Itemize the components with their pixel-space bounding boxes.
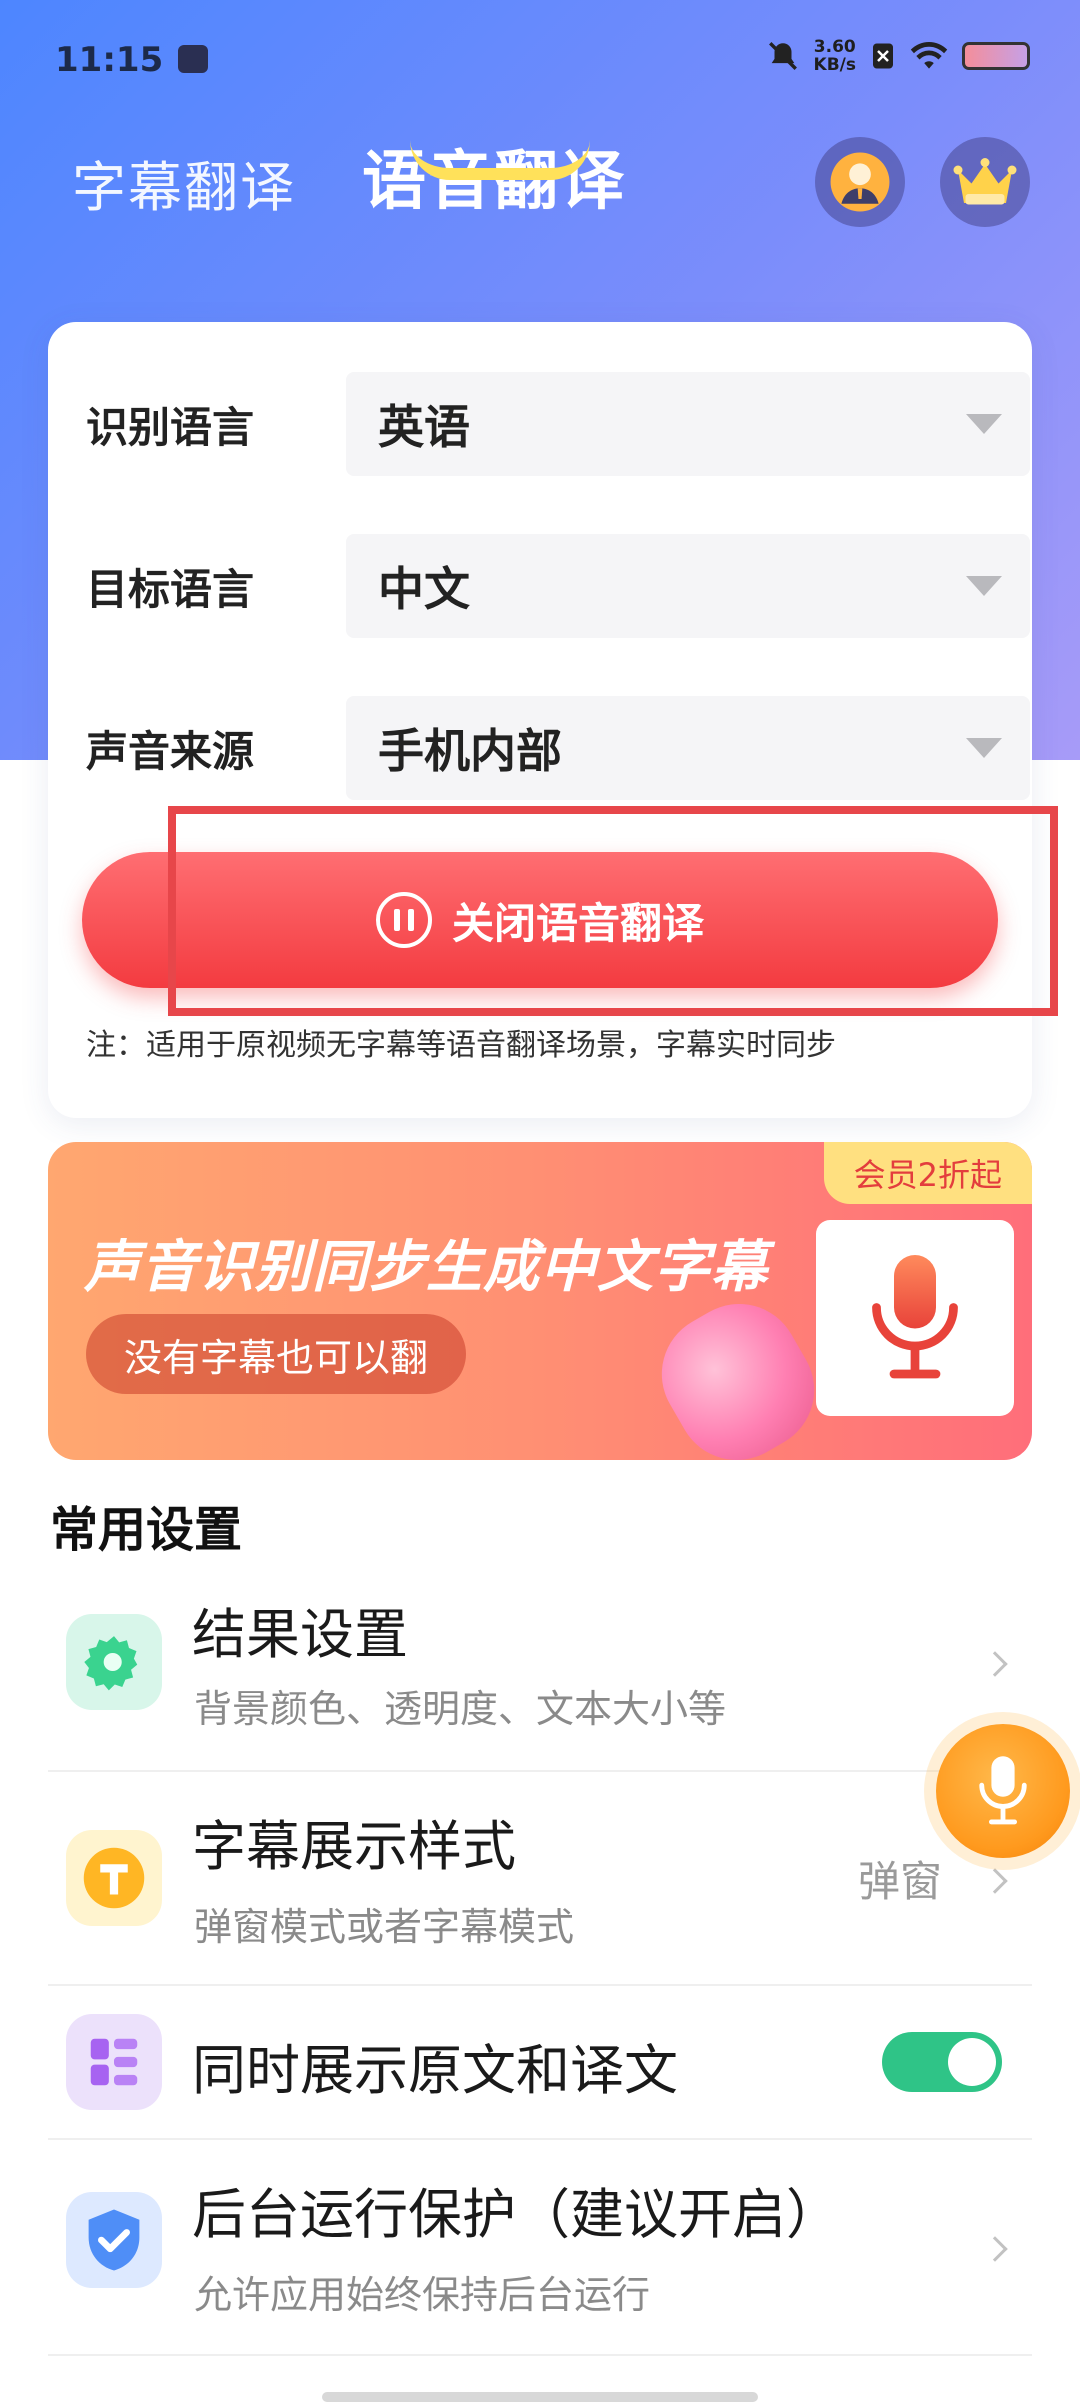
- chevron-right-icon: [982, 1868, 1008, 1894]
- chevron-right-icon: [982, 1651, 1008, 1677]
- setting-result[interactable]: 结果设置 背景颜色、透明度、文本大小等: [48, 1560, 1032, 1772]
- audio-source-value: 手机内部: [378, 724, 562, 778]
- audio-source-label: 声音来源: [86, 726, 255, 776]
- microphone-fab-icon: [979, 1756, 1027, 1825]
- banner-title: 声音识别同步生成中文字幕: [84, 1235, 768, 1300]
- layout-icon: [66, 2014, 162, 2110]
- status-time: 11:15: [55, 40, 164, 80]
- status-icons: 3.60 KB/s: [766, 38, 1030, 74]
- home-indicator[interactable]: [322, 2392, 758, 2402]
- setting-result-subtitle: 背景颜色、透明度、文本大小等: [194, 1687, 727, 1731]
- microphone-icon: [816, 1220, 1014, 1416]
- tab-subtitle-translate[interactable]: 字幕翻译: [72, 143, 296, 222]
- setting-background-protection-title: 后台运行保护（建议开启）: [192, 2183, 840, 2246]
- no-sim-icon: [873, 43, 893, 69]
- shield-glyph: [88, 2209, 140, 2271]
- text-t-glyph: [83, 1847, 145, 1909]
- setting-show-both-title: 同时展示原文和译文: [192, 2039, 678, 2102]
- network-speed-unit: KB/s: [813, 55, 856, 75]
- target-language-select[interactable]: 中文: [346, 534, 1030, 638]
- promo-banner[interactable]: 会员2折起 声音识别同步生成中文字幕 没有字幕也可以翻: [48, 1142, 1032, 1460]
- show-both-toggle[interactable]: [882, 2032, 1002, 2092]
- setting-subtitle-style[interactable]: 字幕展示样式 弹窗模式或者字幕模式 弹窗: [48, 1772, 1032, 1986]
- gear-icon: [66, 1614, 162, 1710]
- chevron-right-icon: [982, 2236, 1008, 2262]
- target-language-row: 目标语言 中文: [86, 534, 1030, 638]
- wifi-icon: [910, 41, 948, 69]
- audio-source-select[interactable]: 手机内部: [346, 696, 1030, 800]
- bell-off-icon: [768, 42, 797, 70]
- dropdown-arrow-icon: [966, 738, 1002, 758]
- shield-icon: [66, 2192, 162, 2288]
- source-language-row: 识别语言 英语: [86, 372, 1030, 476]
- vip-crown-icon[interactable]: [940, 137, 1030, 227]
- gear-glyph: [84, 1636, 138, 1691]
- vip-discount-badge: 会员2折起: [823, 1142, 1032, 1204]
- user-avatar-icon[interactable]: [815, 137, 905, 227]
- dropdown-arrow-icon: [966, 414, 1002, 434]
- highlight-box: [168, 806, 1058, 1016]
- setting-background-protection[interactable]: 后台运行保护（建议开启） 允许应用始终保持后台运行: [48, 2140, 1032, 2356]
- audio-source-row: 声音来源 手机内部: [86, 696, 1030, 800]
- floating-microphone-button[interactable]: [936, 1724, 1070, 1858]
- chat-notification-icon: [178, 45, 208, 73]
- usage-note: 注：适用于原视频无字幕等语音翻译场景，字幕实时同步: [86, 1028, 836, 1063]
- setting-subtitle-style-subtitle: 弹窗模式或者字幕模式: [194, 1905, 575, 1949]
- setting-result-title: 结果设置: [192, 1603, 408, 1666]
- crown-glyph: [953, 158, 1017, 205]
- dropdown-arrow-icon: [966, 576, 1002, 596]
- status-bar: 11:15 3.60 KB/s: [0, 0, 1080, 120]
- battery-icon: [962, 42, 1030, 70]
- setting-background-protection-subtitle: 允许应用始终保持后台运行: [194, 2273, 651, 2317]
- setting-subtitle-style-value: 弹窗: [857, 1857, 942, 1906]
- source-language-label: 识别语言: [86, 402, 255, 452]
- network-speed: 3.60 KB/s: [814, 38, 856, 74]
- microphone-glyph: [872, 1255, 958, 1379]
- source-language-value: 英语: [378, 400, 470, 454]
- layout-glyph: [90, 2038, 138, 2086]
- text-t-icon: [66, 1830, 162, 1926]
- target-language-value: 中文: [378, 562, 470, 616]
- target-language-label: 目标语言: [86, 564, 255, 614]
- user-avatar-glyph: [830, 152, 890, 212]
- section-title-common-settings: 常用设置: [50, 1502, 243, 1558]
- setting-subtitle-style-title: 字幕展示样式: [192, 1815, 516, 1878]
- banner-pill: 没有字幕也可以翻: [86, 1314, 467, 1394]
- network-speed-value: 3.60: [813, 37, 856, 57]
- source-language-select[interactable]: 英语: [346, 372, 1030, 476]
- active-tab-indicator: [410, 140, 590, 180]
- microphone-decoration-icon: [639, 1282, 837, 1460]
- setting-show-both: 同时展示原文和译文: [48, 1986, 1032, 2140]
